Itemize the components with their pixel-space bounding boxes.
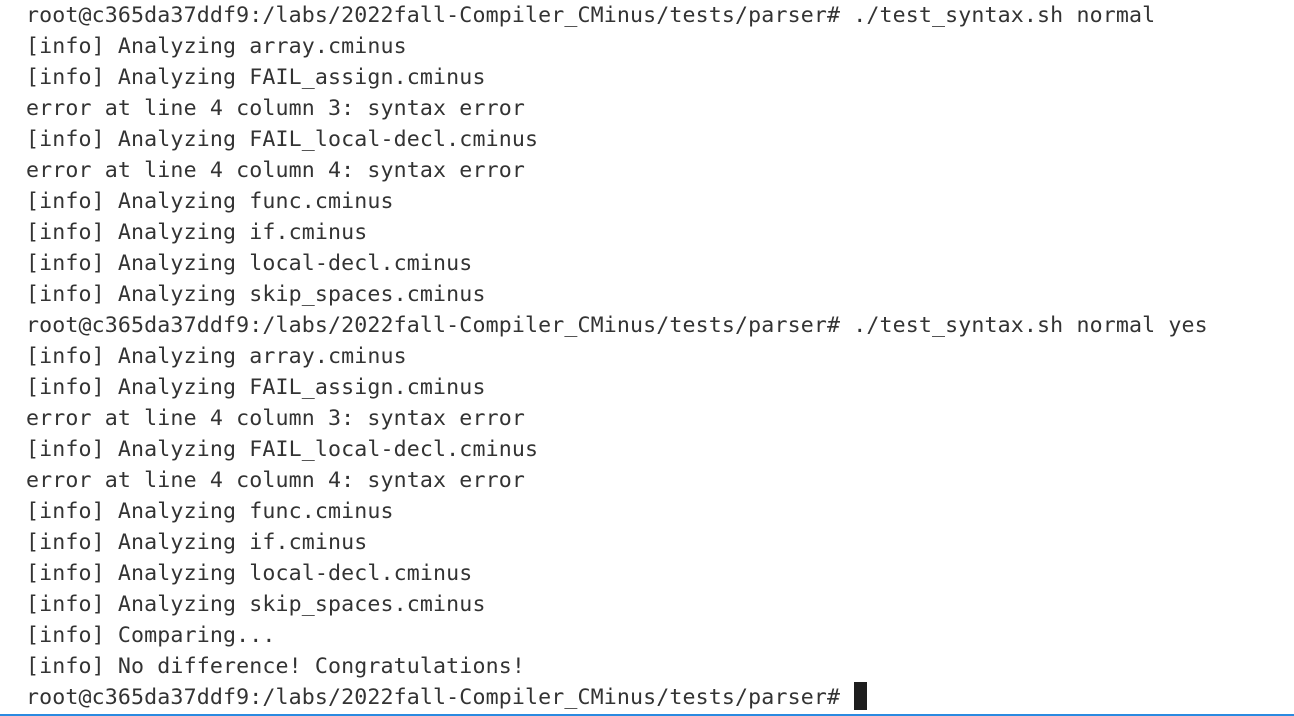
- prompt-line[interactable]: root@c365da37ddf9:/labs/2022fall-Compile…: [26, 682, 1208, 713]
- error-line: error at line 4 column 4: syntax error: [26, 158, 525, 183]
- output-line: [info] Analyzing local-decl.cminus: [26, 561, 473, 586]
- terminal-output: root@c365da37ddf9:/labs/2022fall-Compile…: [26, 0, 1208, 713]
- command-line: root@c365da37ddf9:/labs/2022fall-Compile…: [26, 3, 1156, 28]
- error-line: error at line 4 column 3: syntax error: [26, 406, 525, 431]
- error-line: error at line 4 column 3: syntax error: [26, 96, 525, 121]
- output-line: [info] Analyzing FAIL_local-decl.cminus: [26, 127, 539, 152]
- terminal-window[interactable]: root@c365da37ddf9:/labs/2022fall-Compile…: [0, 0, 1294, 716]
- output-line: [info] No difference! Congratulations!: [26, 654, 525, 679]
- command-line: root@c365da37ddf9:/labs/2022fall-Compile…: [26, 313, 1208, 338]
- output-line: [info] Analyzing FAIL_assign.cminus: [26, 65, 486, 90]
- output-line: [info] Analyzing FAIL_assign.cminus: [26, 375, 486, 400]
- output-line: [info] Analyzing if.cminus: [26, 220, 368, 245]
- output-line: [info] Analyzing skip_spaces.cminus: [26, 282, 486, 307]
- output-line: [info] Analyzing func.cminus: [26, 499, 394, 524]
- output-line: [info] Comparing...: [26, 623, 276, 648]
- text-cursor: [854, 682, 868, 710]
- output-line: [info] Analyzing local-decl.cminus: [26, 251, 473, 276]
- error-line: error at line 4 column 4: syntax error: [26, 468, 525, 493]
- output-line: [info] Analyzing FAIL_local-decl.cminus: [26, 437, 539, 462]
- shell-prompt: root@c365da37ddf9:/labs/2022fall-Compile…: [26, 685, 854, 710]
- output-line: [info] Analyzing array.cminus: [26, 34, 407, 59]
- output-line: [info] Analyzing if.cminus: [26, 530, 368, 555]
- output-line: [info] Analyzing skip_spaces.cminus: [26, 592, 486, 617]
- output-line: [info] Analyzing func.cminus: [26, 189, 394, 214]
- output-line: [info] Analyzing array.cminus: [26, 344, 407, 369]
